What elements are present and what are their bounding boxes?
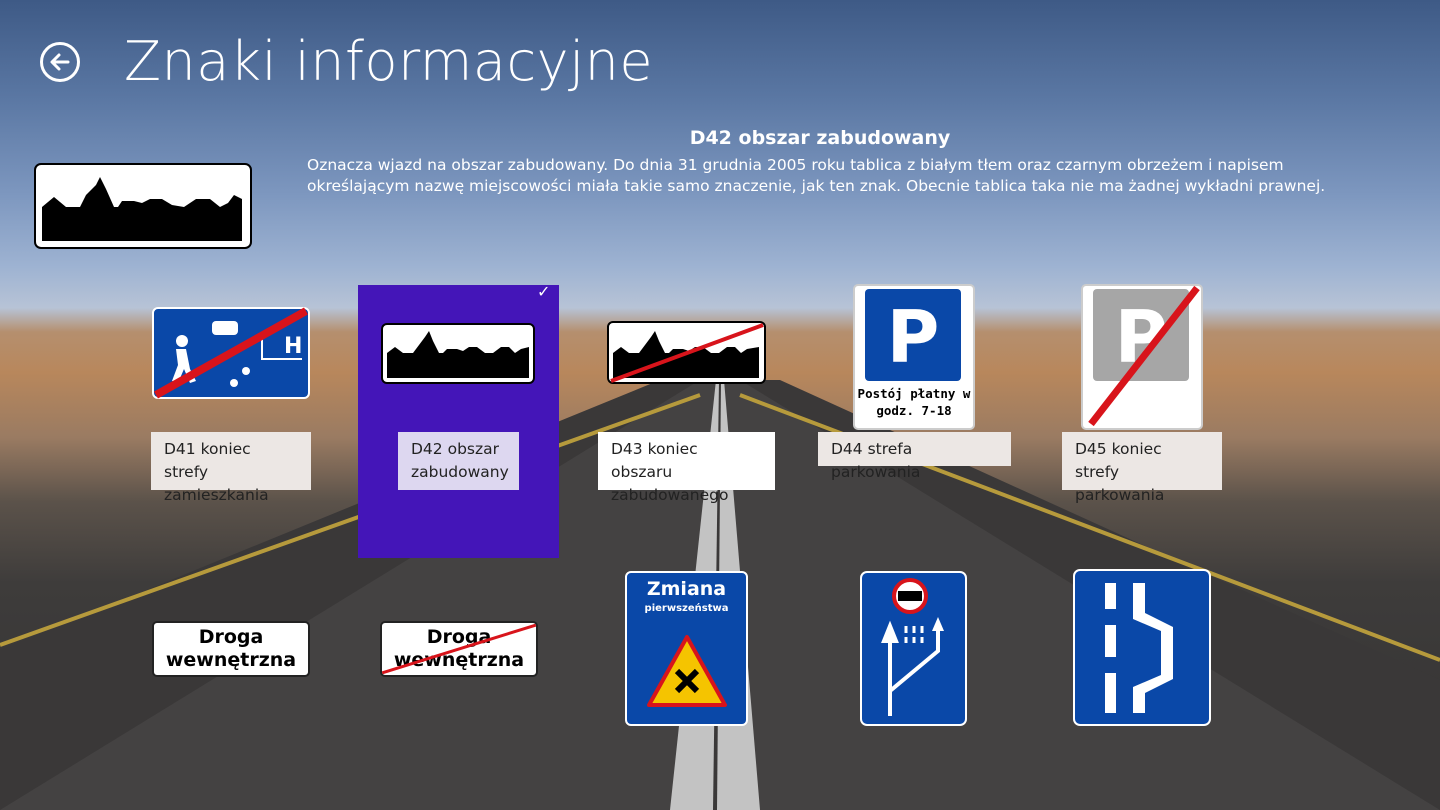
- sign-d48-image[interactable]: Zmiana pierwszeństwa: [625, 571, 748, 726]
- sign-d41-image[interactable]: H: [152, 307, 310, 399]
- arrow-left-icon: [50, 53, 70, 71]
- sign-d43-caption[interactable]: D43 koniec obszaru zabudowanego: [598, 432, 775, 504]
- detail-description: Oznacza wjazd na obszar zabudowany. Do d…: [307, 156, 1326, 195]
- sign-d41-caption[interactable]: D41 koniec strefy zamieszkania: [151, 432, 311, 504]
- sign-d45-caption[interactable]: D45 koniec strefy parkowania: [1062, 432, 1222, 504]
- sign-d46-image[interactable]: Droga wewnętrzna: [152, 621, 310, 677]
- warning-crossroad-icon: [647, 635, 727, 707]
- sign-d44-text: Postój płatny w godz. 7-18: [857, 386, 971, 418]
- sign-d43-image[interactable]: [607, 321, 766, 384]
- sign-d47-image[interactable]: Droga wewnętrzna: [380, 621, 538, 677]
- detail-sign-d42-image: [34, 163, 252, 249]
- sign-d44-caption[interactable]: D44 strefa parkowania: [818, 432, 1011, 481]
- checkmark-icon: ✓: [537, 282, 551, 301]
- sign-d50-image[interactable]: [1073, 569, 1211, 726]
- page-title: Znaki informacyjne: [124, 30, 654, 93]
- sign-d42-image[interactable]: [381, 323, 535, 384]
- sign-d45-image[interactable]: P: [1081, 284, 1203, 430]
- back-button[interactable]: [40, 42, 80, 82]
- detail-title: D42 obszar zabudowany: [689, 127, 951, 149]
- svg-text:P: P: [887, 295, 940, 379]
- svg-text:H: H: [284, 334, 302, 359]
- sign-d42-caption[interactable]: D42 obszar zabudowany: [398, 432, 519, 490]
- red-strike-icon: [382, 623, 536, 675]
- sign-d49-image[interactable]: [860, 571, 967, 726]
